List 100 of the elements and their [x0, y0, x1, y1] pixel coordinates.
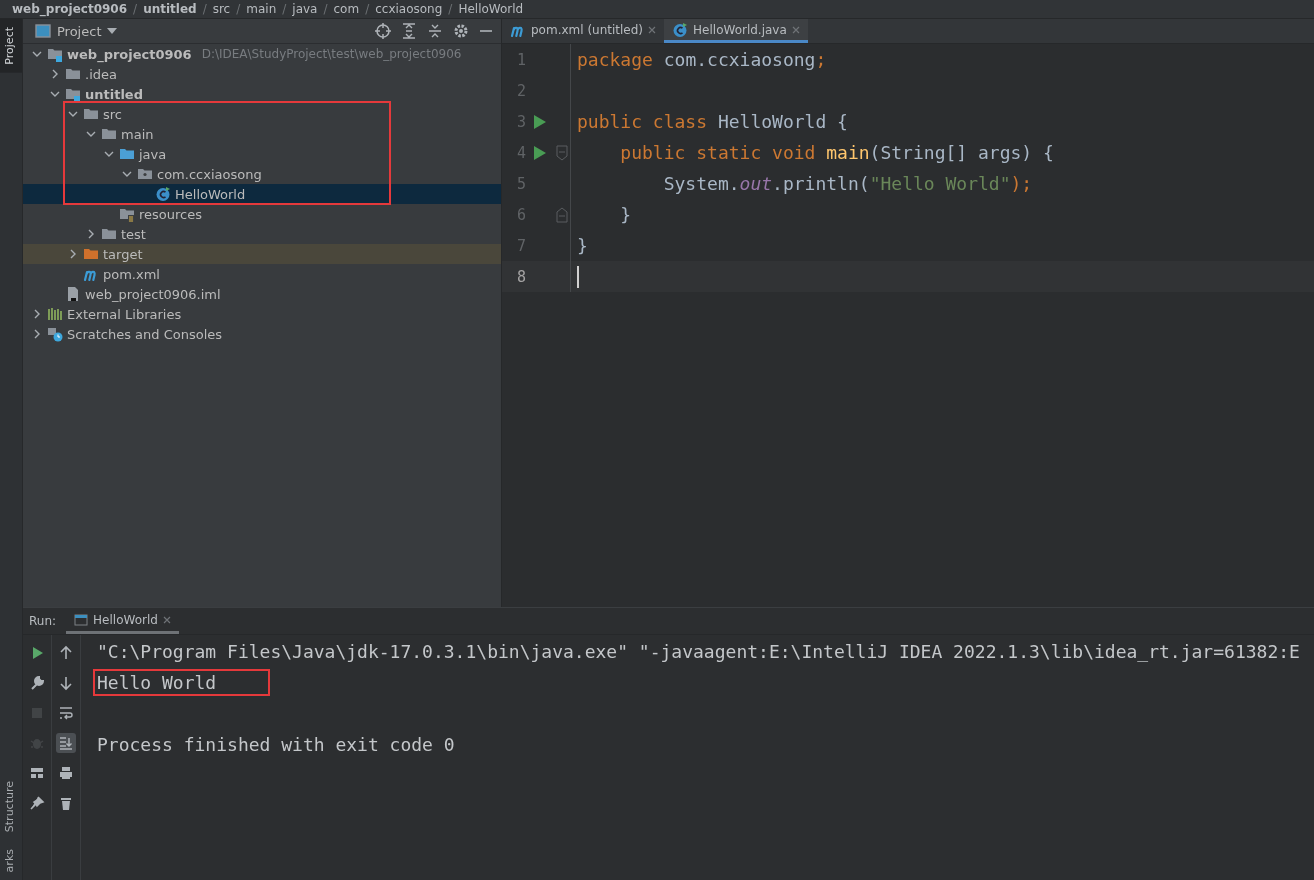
- run-icon[interactable]: [533, 113, 547, 130]
- tree-row[interactable]: Scratches and Consoles: [23, 324, 501, 344]
- tree-row[interactable]: External Libraries: [23, 304, 501, 324]
- tree-item-label[interactable]: resources: [139, 206, 202, 222]
- breadcrumb-item[interactable]: main: [246, 2, 277, 16]
- folder-module-icon: [65, 86, 81, 102]
- folder-icon: [83, 246, 99, 262]
- breadcrumb-separator: /: [365, 2, 370, 16]
- chevron-down-icon[interactable]: [50, 89, 60, 99]
- tree-item-label[interactable]: main: [121, 126, 154, 142]
- text-cursor: [577, 265, 579, 288]
- console-output: Process finished with exit code 0: [96, 733, 456, 757]
- window-icon: [74, 613, 89, 626]
- run-label: Run:: [29, 614, 57, 628]
- tree-row[interactable]: resources: [23, 204, 501, 224]
- tree-row[interactable]: src: [23, 104, 501, 124]
- collapse-all-icon[interactable]: [427, 23, 443, 39]
- chevron-down-icon[interactable]: [86, 129, 96, 139]
- code-line: public class HelloWorld {: [576, 111, 848, 132]
- tree-item-label[interactable]: HelloWorld: [175, 186, 246, 202]
- chevron-down-icon[interactable]: [32, 49, 42, 59]
- breadcrumb-item[interactable]: web_project0906: [12, 2, 128, 16]
- tree-item-label[interactable]: .idea: [85, 66, 117, 82]
- tree-item-label[interactable]: com.ccxiaosong: [157, 166, 262, 182]
- breadcrumb-separator: /: [282, 2, 287, 16]
- tool-window-tab[interactable]: arks: [0, 840, 22, 880]
- breadcrumb-item[interactable]: src: [212, 2, 231, 16]
- tree-row[interactable]: web_project0906 D:\IDEA\StudyProject\test\web_project0906: [23, 44, 501, 64]
- breadcrumb-item[interactable]: ccxiaosong: [375, 2, 443, 16]
- tree-item-label[interactable]: Scratches and Consoles: [67, 326, 223, 342]
- library-bars-icon: [47, 306, 63, 322]
- close-icon[interactable]: [648, 25, 657, 34]
- resources-folder-icon: [119, 206, 135, 222]
- breadcrumb-item[interactable]: com: [333, 2, 360, 16]
- chevron-down-icon[interactable]: [68, 109, 78, 119]
- tree-row[interactable]: web_project0906.iml: [23, 284, 501, 304]
- folder-icon: [65, 66, 81, 82]
- project-view-title[interactable]: Project: [57, 23, 102, 39]
- chevron-right-icon[interactable]: [32, 309, 42, 319]
- folder-icon: [83, 106, 99, 122]
- code-line: public static void main(String[] args) {: [619, 142, 1054, 163]
- tree-row[interactable]: pom.xml: [23, 264, 501, 284]
- folder-icon: [119, 146, 135, 162]
- console-output: Hello World: [93, 669, 271, 696]
- console-output: "C:\Program Files\Java\jdk-17.0.3.1\bin\java.exe" "-javaagent:E:\IntelliJ IDEA 2022.1.3\lib\idea_rt.jar=61382:E: [96, 640, 1301, 664]
- tree-item-label[interactable]: untitled: [85, 86, 143, 102]
- tree-item-label[interactable]: java: [139, 146, 167, 162]
- tree-item-label[interactable]: pom.xml: [103, 266, 160, 282]
- tool-window-tab[interactable]: Project: [0, 19, 22, 73]
- window-icon: [35, 24, 51, 38]
- tree-row[interactable]: test: [23, 224, 501, 244]
- breadcrumb-separator: /: [448, 2, 453, 16]
- line-number: 8: [515, 267, 526, 286]
- chevron-down-icon[interactable]: [122, 169, 132, 179]
- folder-module-icon: [47, 46, 63, 62]
- tree-row[interactable]: target: [23, 244, 501, 264]
- dropdown-caret-icon[interactable]: [107, 28, 118, 34]
- code-line: package com.ccxiaosong;: [576, 49, 827, 70]
- tree-row[interactable]: HelloWorld: [23, 184, 501, 204]
- chevron-right-icon[interactable]: [68, 249, 78, 259]
- settings-icon[interactable]: [453, 23, 469, 39]
- path-hint: D:\IDEA\StudyProject\test\web_project0906: [201, 47, 462, 61]
- chevron-down-icon[interactable]: [104, 149, 114, 159]
- editor-tab[interactable]: HelloWorld.java: [664, 19, 808, 43]
- tree-item-label[interactable]: web_project0906.iml: [85, 286, 221, 302]
- tree-item-label[interactable]: target: [103, 246, 143, 262]
- tool-window-tab[interactable]: Structure: [0, 773, 22, 841]
- run-tab[interactable]: HelloWorld: [66, 608, 179, 634]
- class-icon: [672, 21, 689, 38]
- breadcrumb-separator: /: [236, 2, 241, 16]
- breadcrumb-item[interactable]: untitled: [143, 2, 197, 16]
- package-folder-icon: [137, 166, 153, 182]
- tree-row[interactable]: java: [23, 144, 501, 164]
- tree-item-label[interactable]: test: [121, 226, 146, 242]
- expand-all-icon[interactable]: [401, 23, 417, 39]
- tree-item-label[interactable]: web_project0906: [67, 46, 192, 62]
- code-line: System.out.println("Hello World");: [662, 173, 1033, 194]
- chevron-right-icon[interactable]: [32, 329, 42, 339]
- tree-row[interactable]: untitled: [23, 84, 501, 104]
- run-icon[interactable]: [533, 144, 547, 161]
- file-icon: [65, 286, 81, 302]
- editor-tab[interactable]: pom.xml (untitled): [502, 19, 665, 43]
- tree-row[interactable]: main: [23, 124, 501, 144]
- breadcrumb-separator: /: [133, 2, 138, 16]
- code-line: }: [619, 204, 632, 225]
- breadcrumb-separator: /: [323, 2, 328, 16]
- breadcrumb-separator: /: [202, 2, 207, 16]
- class-icon: [155, 186, 171, 202]
- tree-item-label[interactable]: src: [103, 106, 122, 122]
- chevron-right-icon[interactable]: [50, 69, 60, 79]
- folder-icon: [101, 226, 117, 242]
- crosshair-icon[interactable]: [375, 23, 391, 39]
- tree-row[interactable]: .idea: [23, 64, 501, 84]
- scratches-icon: [47, 326, 63, 342]
- close-icon[interactable]: [162, 615, 171, 624]
- chevron-right-icon[interactable]: [86, 229, 96, 239]
- breadcrumb-item[interactable]: java: [292, 2, 318, 16]
- tree-item-label[interactable]: External Libraries: [67, 306, 182, 322]
- breadcrumb-item[interactable]: HelloWorld: [458, 2, 524, 16]
- code-line: }: [576, 235, 588, 256]
